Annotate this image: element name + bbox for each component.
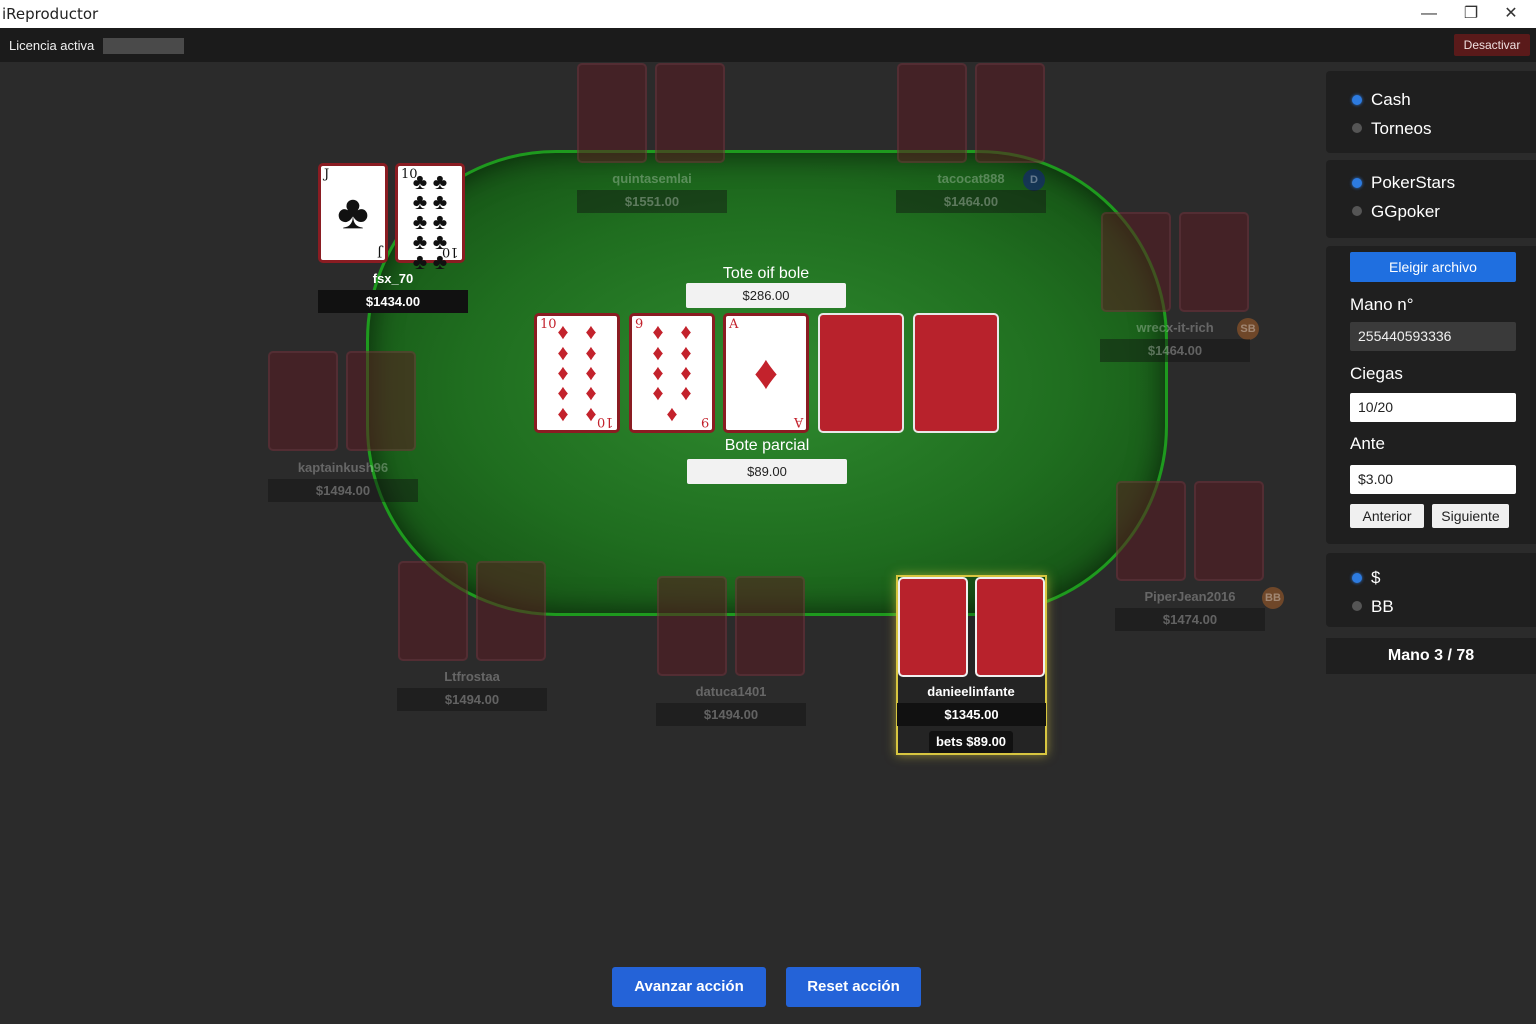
- hole-card-back: [1179, 212, 1249, 312]
- hole-card-back: [655, 63, 725, 163]
- club-icon: ♣: [337, 186, 369, 240]
- player-name: wrecx-it-rich: [1136, 320, 1214, 335]
- hole-card-back: [975, 577, 1045, 677]
- radio-dollars[interactable]: [1352, 573, 1362, 583]
- card-rank: J: [324, 167, 330, 182]
- club-pips: ♣ ♣ ♣ ♣ ♣ ♣ ♣ ♣ ♣ ♣: [412, 169, 448, 274]
- window-titlebar: iReproductor — ❐ ✕: [0, 0, 1536, 28]
- hand-number-input[interactable]: [1350, 322, 1516, 351]
- hole-card-back: [476, 561, 546, 661]
- license-key-field: [103, 38, 184, 54]
- player-stack: $1494.00: [268, 479, 418, 502]
- ante-input[interactable]: [1350, 465, 1516, 494]
- radio-cash[interactable]: [1352, 95, 1362, 105]
- blinds-input[interactable]: [1350, 393, 1516, 422]
- pot-label: Tote oif bole: [722, 265, 810, 282]
- player-name: datuca1401: [695, 684, 767, 699]
- radio-label-ggpoker[interactable]: GGpoker: [1371, 202, 1440, 222]
- radio-ggpoker[interactable]: [1352, 206, 1362, 216]
- player-name: Ltfrostaa: [444, 669, 500, 684]
- player-name: fsx_70: [372, 271, 414, 286]
- player-name: PiperJean2016: [1144, 589, 1236, 604]
- player-stack: $1494.00: [656, 703, 806, 726]
- diamond-pips: ♦ ♦ ♦ ♦ ♦ ♦ ♦ ♦ ♦ ♦: [557, 319, 597, 426]
- hand-counter: Mano 3 / 78: [1326, 638, 1536, 674]
- minimize-icon[interactable]: —: [1408, 0, 1450, 28]
- site-panel: [1326, 160, 1536, 238]
- board-card-back: [913, 313, 999, 433]
- hole-card-back: [657, 576, 727, 676]
- units-panel: [1326, 553, 1536, 627]
- hole-card: J ♣ J: [318, 163, 388, 263]
- game-type-panel: [1326, 71, 1536, 153]
- player-stack: $1464.00: [1100, 339, 1250, 362]
- board-card: 10 ♦ ♦ ♦ ♦ ♦ ♦ ♦ ♦ ♦ ♦ 10: [534, 313, 620, 433]
- partial-pot-label: Bote parcial: [724, 437, 810, 454]
- player-stack: $1345.00: [897, 703, 1046, 726]
- card-rank: 9: [700, 414, 709, 429]
- hole-card-back: [897, 63, 967, 163]
- player-stack: $1464.00: [896, 190, 1046, 213]
- advance-action-button[interactable]: Avanzar acción: [612, 967, 766, 1007]
- hole-card-back: [1101, 212, 1171, 312]
- radio-pokerstars[interactable]: [1352, 178, 1362, 188]
- next-hand-button[interactable]: Siguiente: [1432, 504, 1509, 528]
- hole-card: 10 ♣ ♣ ♣ ♣ ♣ ♣ ♣ ♣ ♣ ♣ 10: [395, 163, 465, 274]
- hole-card-back: [268, 351, 338, 451]
- player-name: quintasemlai: [612, 171, 692, 186]
- maximize-icon[interactable]: ❐: [1450, 0, 1492, 28]
- hole-card-back: [735, 576, 805, 676]
- blinds-label: Ciegas: [1350, 364, 1403, 383]
- player-stack: $1474.00: [1115, 608, 1265, 631]
- hand-number-label: Mano n°: [1350, 295, 1414, 314]
- close-icon[interactable]: ✕: [1490, 0, 1532, 28]
- radio-torneos[interactable]: [1352, 123, 1362, 133]
- radio-label-cash[interactable]: Cash: [1371, 90, 1411, 110]
- radio-label-dollars[interactable]: $: [1371, 568, 1380, 588]
- choose-file-button[interactable]: Eleigir archivo: [1350, 252, 1516, 282]
- player-name: kaptainkush96: [297, 460, 389, 475]
- player-stack: $1494.00: [397, 688, 547, 711]
- previous-hand-button[interactable]: Anterior: [1350, 504, 1424, 528]
- small-blind-badge: SB: [1237, 318, 1259, 340]
- diamond-icon: ♦: [753, 346, 779, 400]
- deactivate-button[interactable]: Desactivar: [1454, 34, 1530, 56]
- ante-label: Ante: [1350, 434, 1385, 453]
- license-status: Licencia activa: [9, 38, 95, 53]
- card-rank: A: [729, 317, 739, 332]
- board-card-back: [818, 313, 904, 433]
- board-card: A ♦ A: [723, 313, 809, 433]
- card-rank: 9: [635, 317, 644, 332]
- pot-value: $286.00: [686, 283, 846, 308]
- card-rank: 10: [597, 414, 614, 429]
- reset-action-button[interactable]: Reset acción: [786, 967, 921, 1007]
- hole-card-back: [898, 577, 968, 677]
- radio-label-pokerstars[interactable]: PokerStars: [1371, 173, 1455, 193]
- card-rank: 10: [442, 244, 459, 259]
- hole-card-back: [1116, 481, 1186, 581]
- diamond-pips: ♦ ♦ ♦ ♦ ♦ ♦ ♦ ♦ ♦: [652, 319, 692, 426]
- partial-pot-value: $89.00: [687, 459, 847, 484]
- license-bar: Licencia activa Desactivar: [0, 28, 1536, 62]
- radio-bb[interactable]: [1352, 601, 1362, 611]
- card-rank: J: [376, 244, 382, 259]
- hole-card-back: [975, 63, 1045, 163]
- hole-card-back: [1194, 481, 1264, 581]
- hole-card-back: [346, 351, 416, 451]
- board-card: 9 ♦ ♦ ♦ ♦ ♦ ♦ ♦ ♦ ♦ 9: [629, 313, 715, 433]
- dealer-button-badge: D: [1023, 169, 1045, 191]
- card-rank: A: [793, 414, 803, 429]
- hole-card-back: [577, 63, 647, 163]
- player-stack: $1434.00: [318, 290, 468, 313]
- player-stack: $1551.00: [577, 190, 727, 213]
- player-bet: bets $89.00: [929, 731, 1013, 753]
- radio-label-torneos[interactable]: Torneos: [1371, 119, 1431, 139]
- hole-card-back: [398, 561, 468, 661]
- window-title: iReproductor: [2, 5, 99, 23]
- radio-label-bb[interactable]: BB: [1371, 597, 1394, 617]
- player-name: danieelinfante: [927, 684, 1015, 699]
- big-blind-badge: BB: [1262, 587, 1284, 609]
